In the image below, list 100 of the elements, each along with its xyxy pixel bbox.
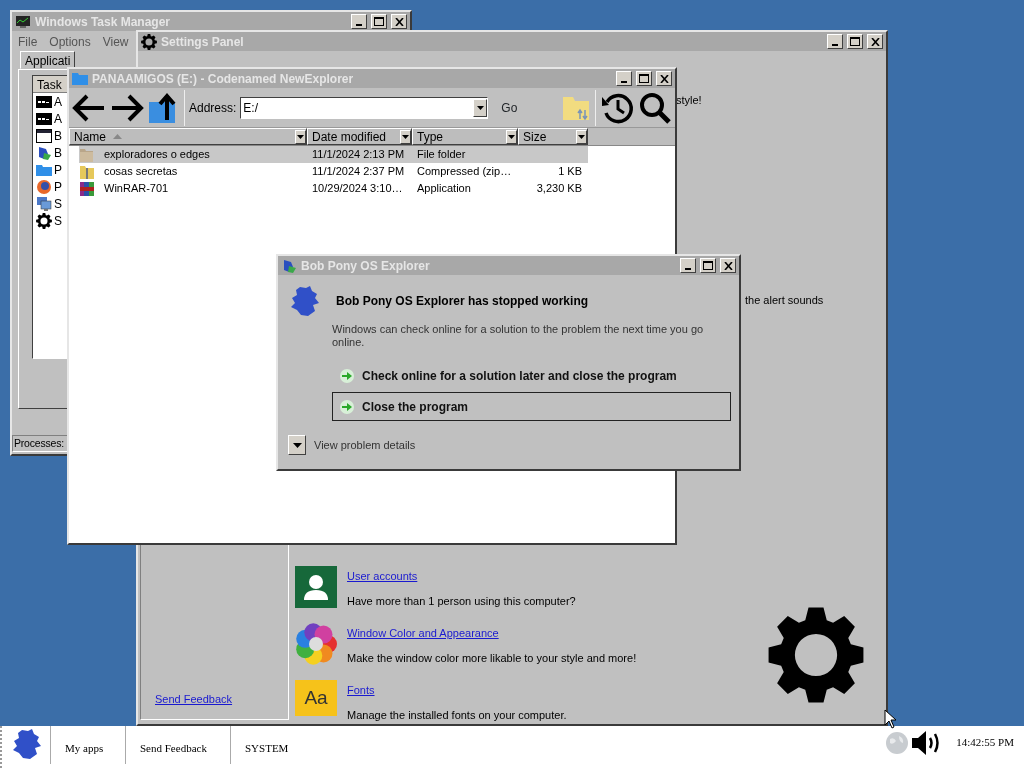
browser-icon <box>36 178 52 195</box>
sort-icon <box>113 134 122 139</box>
details-label[interactable]: View problem details <box>314 436 416 454</box>
maximize-icon <box>374 17 384 26</box>
menu-item[interactable]: File <box>12 31 44 53</box>
feedback-link[interactable]: Send Feedback <box>155 690 288 707</box>
back-button[interactable] <box>72 92 106 123</box>
maximize-button[interactable] <box>636 71 652 86</box>
settings-link[interactable]: User accounts <box>347 568 576 585</box>
minimize-button[interactable] <box>680 258 696 273</box>
maximize-icon <box>703 261 713 270</box>
task-name[interactable]: P <box>54 160 62 179</box>
forward-button[interactable] <box>110 92 144 123</box>
mascot-icon <box>36 144 52 161</box>
type-cell-text: Application <box>416 181 472 197</box>
size-cell-text: 3,230 KB <box>535 181 582 197</box>
minimize-icon <box>621 81 627 83</box>
minimize-icon <box>685 268 691 270</box>
description-text: style! <box>676 93 702 108</box>
dialog-heading: Bob Pony OS Explorer has stopped working <box>336 293 589 310</box>
description-text: Manage the installed fonts on your computer. <box>347 707 567 723</box>
minimize-icon <box>356 24 362 26</box>
console-icon <box>36 93 52 110</box>
task-name[interactable]: S <box>54 211 62 230</box>
window-title: PANAAMIGOS (E:) - Codenamed NewExplorer <box>92 70 355 88</box>
gear-icon <box>36 212 52 229</box>
settings-link[interactable]: Window Color and Appearance <box>347 625 637 642</box>
minimize-icon <box>832 44 838 46</box>
close-button[interactable] <box>867 34 883 49</box>
menu-item[interactable]: View <box>96 31 135 53</box>
caret-icon <box>578 134 585 139</box>
task-name[interactable]: S <box>54 194 62 213</box>
description-text: Make the window color more likable to your style and more! <box>347 650 637 666</box>
option-button[interactable]: Close the program <box>332 392 731 421</box>
window-title: Settings Panel <box>161 33 245 51</box>
close-button[interactable] <box>656 71 672 86</box>
file-name: WinRAR-701 <box>103 181 169 197</box>
type-cell-text: File folder <box>416 147 467 163</box>
taskbar-button[interactable]: Send Feedback <box>125 726 230 764</box>
expand-button[interactable] <box>288 435 306 455</box>
description-text: Have more than 1 person using this computer? <box>347 593 576 609</box>
monitor-icon <box>36 195 52 212</box>
dropdown-button[interactable] <box>473 98 488 117</box>
column-header[interactable]: Date modified <box>307 128 412 145</box>
taskbar-button[interactable]: SYSTEM <box>230 726 320 764</box>
maximize-button[interactable] <box>700 258 716 273</box>
arrow-icon <box>340 368 354 383</box>
caret-icon <box>508 134 515 139</box>
go-button[interactable]: Go <box>492 97 527 118</box>
color-wheel-icon <box>295 623 337 665</box>
address-label: Address: <box>189 99 237 117</box>
maximize-icon <box>850 37 860 46</box>
window-title: Bob Pony OS Explorer <box>301 257 431 275</box>
close-icon <box>870 37 880 46</box>
date-cell-text: 11/1/2024 2:37 PM <box>311 164 406 180</box>
folder-icon <box>72 71 88 86</box>
fonts-icon: Aa <box>295 680 337 716</box>
file-row[interactable]: WinRAR-701 10/29/2024 3:10… Application 3,230 KB <box>79 180 588 197</box>
close-icon <box>394 17 404 26</box>
mascot-icon <box>281 257 297 274</box>
minimize-button[interactable] <box>616 71 632 86</box>
column-header[interactable]: Type <box>412 128 518 145</box>
close-button[interactable] <box>391 14 407 29</box>
column-header[interactable]: Name <box>69 128 307 145</box>
window-icon <box>36 127 52 144</box>
gear-icon <box>141 33 157 50</box>
caret-icon <box>292 442 302 448</box>
maximize-icon <box>639 74 649 83</box>
file-name: cosas secretas <box>103 164 178 180</box>
file-row[interactable]: exploradores o edges 11/1/2024 2:13 PM File folder <box>79 146 588 163</box>
archive-app-icon <box>79 180 95 197</box>
maximize-button[interactable] <box>847 34 863 49</box>
address-field[interactable]: E:/ <box>240 96 489 119</box>
option-button[interactable]: Check online for a solution later and close the program <box>332 361 731 390</box>
taskbar-button[interactable]: My apps <box>50 726 125 764</box>
task-name[interactable]: P <box>54 177 62 196</box>
task-name[interactable]: B <box>54 126 62 145</box>
menu-item[interactable]: Options <box>43 31 97 53</box>
console-icon <box>36 110 52 127</box>
description-text: the alert sounds <box>745 293 824 308</box>
window-title: Windows Task Manager <box>35 13 172 31</box>
minimize-button[interactable] <box>827 34 843 49</box>
minimize-button[interactable] <box>351 14 367 29</box>
arrow-icon <box>340 399 354 414</box>
task-name[interactable]: B <box>54 143 62 162</box>
tab[interactable]: Applicati <box>20 51 76 69</box>
caret-icon <box>297 134 304 139</box>
size-cell-text: 1 KB <box>557 164 582 180</box>
settings-link[interactable]: Fonts <box>347 682 567 699</box>
close-button[interactable] <box>720 258 736 273</box>
close-icon <box>659 74 669 83</box>
task-name[interactable]: A <box>54 109 62 128</box>
column-header[interactable]: Size <box>518 128 588 145</box>
caret-icon <box>402 134 409 139</box>
search-button[interactable] <box>638 90 672 125</box>
file-row[interactable]: cosas secretas 11/1/2024 2:37 PM Compressed (zip… 1 KB <box>79 163 588 180</box>
maximize-button[interactable] <box>371 14 387 29</box>
clock: 14:42:55 PM <box>956 735 1014 750</box>
task-name[interactable]: A <box>54 92 62 111</box>
gear-icon <box>768 607 864 703</box>
